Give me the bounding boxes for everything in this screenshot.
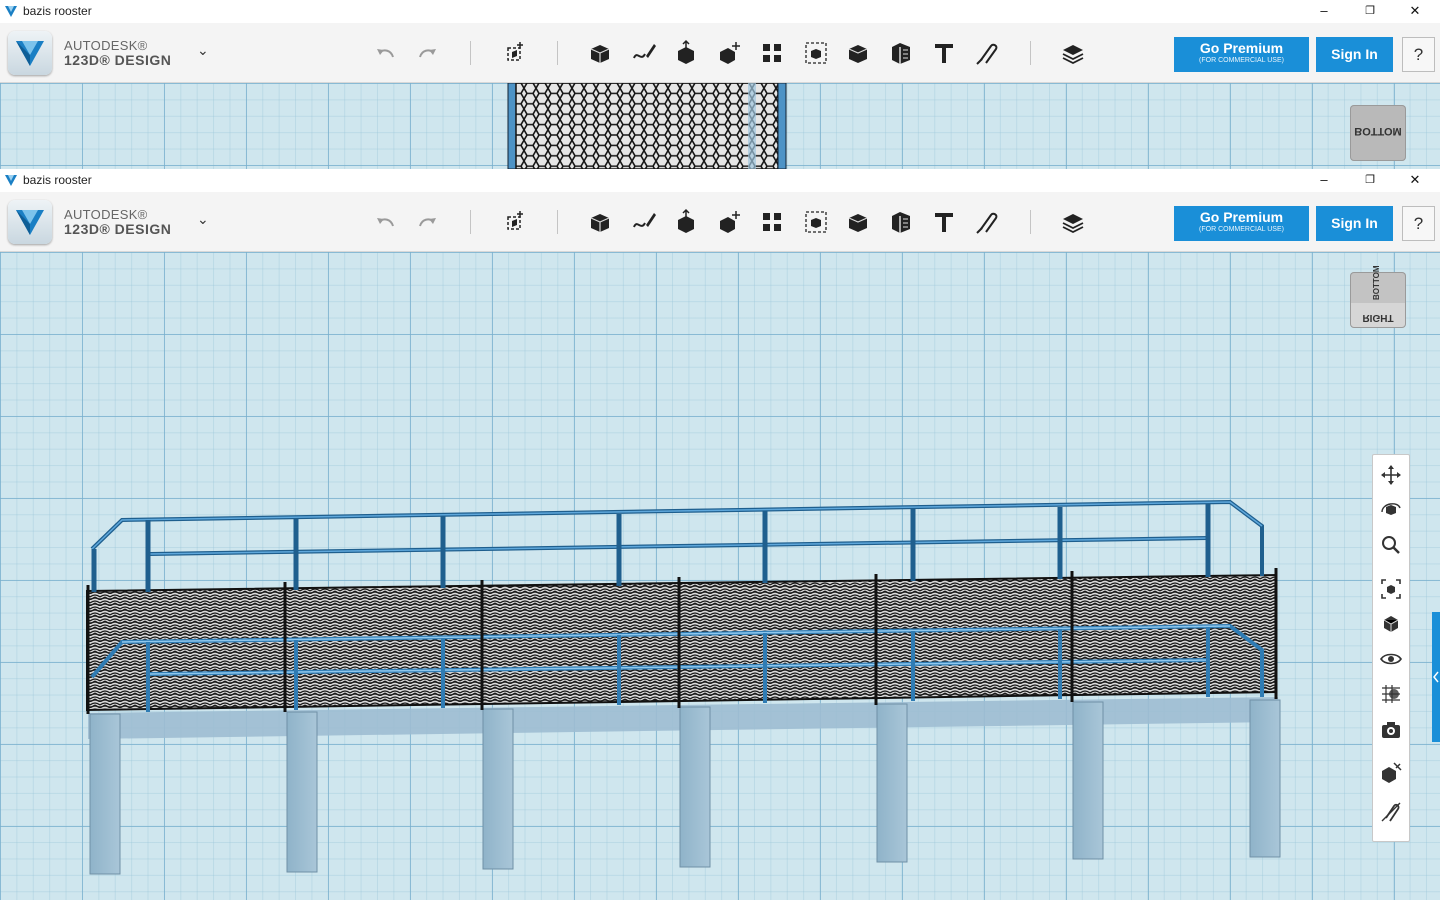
viewcube-label-bottom: BOTTOM	[1372, 265, 1381, 300]
main-toolbar: AUTODESK® 123D® DESIGN ⌄ Go Premium (FOR…	[0, 192, 1440, 252]
orbit-icon[interactable]	[1379, 498, 1403, 522]
materials-icon[interactable]	[1058, 207, 1088, 237]
brand-name: AUTODESK® 123D® DESIGN	[64, 207, 171, 237]
measure-icon[interactable]	[886, 38, 916, 68]
3d-viewport[interactable]: BOTTOM	[0, 83, 1440, 169]
close-button[interactable]: ✕	[1392, 169, 1438, 192]
viewcube[interactable]: BOTTOM	[1350, 105, 1406, 161]
modify-icon[interactable]	[715, 207, 745, 237]
chevron-down-icon[interactable]: ⌄	[197, 211, 209, 228]
solids-only-icon[interactable]	[1379, 760, 1403, 784]
snap-icon[interactable]	[972, 38, 1002, 68]
snap-toggle-icon[interactable]	[1379, 800, 1403, 824]
primitives-icon[interactable]	[585, 207, 615, 237]
app-logo-icon	[5, 6, 17, 17]
modify-icon[interactable]	[715, 38, 745, 68]
text-icon[interactable]	[929, 38, 959, 68]
help-button[interactable]: ?	[1402, 37, 1435, 72]
go-premium-button[interactable]: Go Premium (FOR COMMERCIAL USE)	[1174, 206, 1309, 241]
toolbar-separator	[470, 210, 471, 234]
primitives-icon[interactable]	[585, 38, 615, 68]
undo-icon[interactable]	[371, 38, 401, 68]
visibility-icon[interactable]	[1379, 647, 1403, 671]
sketch-icon[interactable]	[629, 38, 659, 68]
brand-line1: AUTODESK®	[64, 207, 148, 222]
app-logo-icon	[16, 41, 44, 66]
chevron-down-icon[interactable]: ⌄	[197, 42, 209, 59]
brand-line2: 123D® DESIGN	[64, 221, 172, 237]
redo-icon[interactable]	[412, 38, 442, 68]
help-button[interactable]: ?	[1402, 206, 1435, 241]
title-bar: bazis rooster – ❐ ✕	[0, 169, 1440, 192]
combine-icon[interactable]	[843, 38, 873, 68]
brand-line2: 123D® DESIGN	[64, 52, 172, 68]
combine-icon[interactable]	[843, 207, 873, 237]
restore-button[interactable]: ❐	[1347, 0, 1393, 23]
sketch-icon[interactable]	[629, 207, 659, 237]
transform-icon[interactable]	[500, 38, 530, 68]
side-panel-toggle[interactable]	[1432, 612, 1440, 742]
main-toolbar: AUTODESK® 123D® DESIGN ⌄ Go Premium (FOR…	[0, 23, 1440, 83]
construct-icon[interactable]	[671, 38, 701, 68]
viewcube-label-bottom: BOTTOM	[1354, 125, 1402, 137]
pattern-icon[interactable]	[757, 207, 787, 237]
viewcube[interactable]: BOTTOM RIGHT	[1350, 265, 1406, 328]
redo-icon[interactable]	[412, 207, 442, 237]
views-icon[interactable]	[1379, 612, 1403, 636]
go-premium-sublabel: (FOR COMMERCIAL USE)	[1199, 226, 1284, 233]
grouping-icon[interactable]	[801, 207, 831, 237]
text-icon[interactable]	[929, 207, 959, 237]
brand-name: AUTODESK® 123D® DESIGN	[64, 38, 171, 68]
window-title: bazis rooster	[23, 173, 92, 187]
transform-icon[interactable]	[500, 207, 530, 237]
undo-icon[interactable]	[371, 207, 401, 237]
3d-viewport[interactable]: BOTTOM RIGHT	[0, 252, 1440, 900]
toolbar-separator	[557, 210, 558, 234]
sign-in-button[interactable]: Sign In	[1316, 206, 1393, 241]
materials-icon[interactable]	[1058, 38, 1088, 68]
snap-icon[interactable]	[972, 207, 1002, 237]
camera-icon[interactable]	[1379, 718, 1403, 742]
toolbar-separator	[470, 41, 471, 65]
title-bar: bazis rooster – ❐ ✕	[0, 0, 1440, 23]
go-premium-sublabel: (FOR COMMERCIAL USE)	[1199, 57, 1284, 64]
toolbar-separator	[1030, 210, 1031, 234]
brand-line1: AUTODESK®	[64, 38, 148, 53]
chevron-left-icon	[1433, 671, 1439, 683]
minimize-button[interactable]: –	[1301, 169, 1347, 192]
material-view-icon[interactable]	[1379, 682, 1403, 706]
measure-icon[interactable]	[886, 207, 916, 237]
app-menu-button[interactable]	[8, 31, 52, 75]
toolbar-separator	[557, 41, 558, 65]
viewcube-label-right: RIGHT	[1362, 312, 1394, 323]
restore-button[interactable]: ❐	[1347, 169, 1393, 192]
close-button[interactable]: ✕	[1392, 0, 1438, 23]
sign-in-button[interactable]: Sign In	[1316, 37, 1393, 72]
pattern-icon[interactable]	[757, 38, 787, 68]
navigation-bar	[1372, 454, 1410, 842]
fit-icon[interactable]	[1379, 577, 1403, 601]
zoom-icon[interactable]	[1379, 533, 1403, 557]
app-window-front: bazis rooster – ❐ ✕ AUTODESK® 123D® DESI…	[0, 169, 1440, 900]
app-menu-button[interactable]	[8, 200, 52, 244]
app-logo-icon	[5, 175, 17, 186]
grouping-icon[interactable]	[801, 38, 831, 68]
walkway-model	[86, 499, 1281, 875]
go-premium-label: Go Premium	[1199, 40, 1284, 56]
app-window-back: bazis rooster – ❐ ✕ AUTODESK® 123D® DESI…	[0, 0, 1440, 169]
go-premium-button[interactable]: Go Premium (FOR COMMERCIAL USE)	[1174, 37, 1309, 72]
construct-icon[interactable]	[671, 207, 701, 237]
window-title: bazis rooster	[23, 4, 92, 18]
go-premium-label: Go Premium	[1199, 209, 1284, 225]
app-logo-icon	[16, 210, 44, 235]
toolbar-separator	[1030, 41, 1031, 65]
model-bottom-view	[507, 83, 787, 169]
pan-icon[interactable]	[1379, 463, 1403, 487]
minimize-button[interactable]: –	[1301, 0, 1347, 23]
